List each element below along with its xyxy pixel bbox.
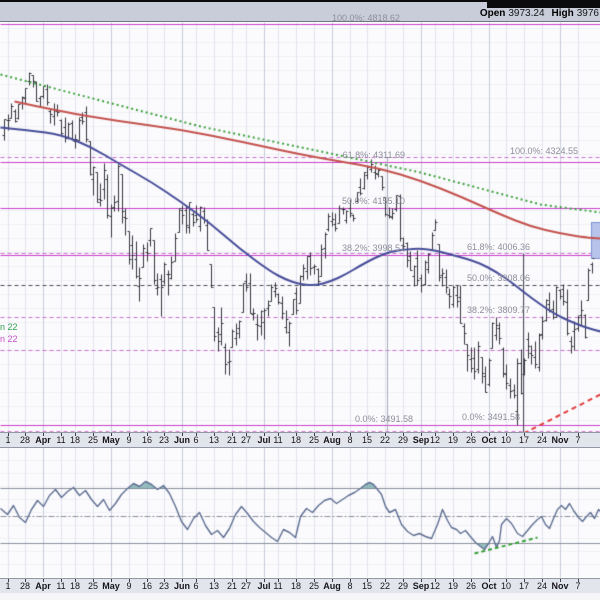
axis-tick-label: 29 [398, 581, 408, 591]
axis-tick-label: 23 [159, 435, 169, 445]
chart-window: Open3973.24High3976 100.0%: 4818.6261.8%… [0, 0, 600, 600]
axis-tick-label: 27 [241, 581, 251, 591]
axis-tick-label: Nov [551, 581, 568, 591]
axis-tick-label: 11 [273, 435, 282, 445]
axis-tick-label: 15 [362, 581, 372, 591]
axis-tick-label: Aug [323, 581, 341, 591]
axis-tick-label: 11 [56, 435, 65, 445]
axis-tick-label: 7 [575, 435, 580, 445]
axis-tick-label: 16 [142, 435, 152, 445]
axis-tick-label: 29 [398, 435, 408, 445]
axis-tick-label: 6 [193, 581, 198, 591]
axis-tick-label: 1 [5, 435, 10, 445]
axis-tick-label: 19 [448, 435, 458, 445]
axis-tick-label: 25 [309, 435, 319, 445]
axis-tick-label: Sep [413, 581, 430, 591]
axis-tick-label: 8 [347, 435, 352, 445]
axis-tick-label: 18 [291, 435, 301, 445]
axis-tick-label: 25 [88, 581, 98, 591]
axis-tick-label: 22 [380, 581, 390, 591]
axis-tick-label: 18 [70, 581, 80, 591]
bottom-filler [0, 593, 600, 600]
axis-tick-label: 28 [20, 581, 30, 591]
axis-tick-label: 26 [466, 581, 476, 591]
axis-tick-label: 13 [209, 435, 219, 445]
axis-tick-label: 18 [291, 581, 301, 591]
quote-summary: Open3973.24 High3976 [480, 8, 600, 19]
date-axis-indicator: 128Apr111825May91623Jun6132127Jul111825A… [0, 578, 600, 594]
axis-tick-label: May [102, 581, 120, 591]
open-value: 3973.24 [508, 8, 544, 19]
axis-tick-label: 18 [70, 435, 80, 445]
axis-tick-label: 7 [575, 581, 580, 591]
axis-tick-label: 13 [209, 581, 219, 591]
axis-tick-label: 25 [88, 435, 98, 445]
axis-tick-label: 22 [380, 435, 390, 445]
high-value: 3976 [577, 8, 599, 19]
axis-tick-label: 16 [142, 581, 152, 591]
axis-tick-label: 28 [20, 435, 30, 445]
date-axis-main: 128Apr111825May91623Jun6132127Jul111825A… [0, 432, 600, 448]
axis-tick-label: 10 [501, 581, 511, 591]
axis-tick-label: Jul [257, 435, 270, 445]
axis-tick-label: 11 [56, 581, 65, 591]
axis-tick-label: 12 [430, 581, 440, 591]
axis-tick-label: 10 [501, 435, 511, 445]
axis-tick-label: 24 [537, 581, 547, 591]
axis-tick-label: Jun [174, 581, 190, 591]
axis-tick-label: 12 [430, 435, 440, 445]
axis-tick-label: 15 [362, 435, 372, 445]
axis-tick-label: Oct [481, 435, 496, 445]
axis-tick-label: 25 [309, 581, 319, 591]
high-label: High [552, 8, 574, 19]
axis-tick-label: 24 [537, 435, 547, 445]
axis-tick-label: 17 [519, 581, 529, 591]
axis-tick-label: 26 [466, 435, 476, 445]
axis-tick-label: 17 [519, 435, 529, 445]
axis-tick-label: Nov [551, 435, 568, 445]
axis-tick-label: 21 [227, 435, 237, 445]
axis-tick-label: 23 [159, 581, 169, 591]
axis-tick-label: 6 [193, 435, 198, 445]
header-bar: Open3973.24 High3976 [0, 0, 600, 22]
axis-tick-label: 19 [448, 581, 458, 591]
axis-tick-label: Aug [323, 435, 341, 445]
axis-tick-label: 21 [227, 581, 237, 591]
axis-tick-label: 27 [241, 435, 251, 445]
axis-tick-label: 1 [5, 581, 10, 591]
axis-tick-label: 9 [126, 581, 131, 591]
axis-tick-label: May [102, 435, 120, 445]
axis-tick-label: 8 [347, 581, 352, 591]
open-label: Open [480, 8, 506, 19]
axis-tick-label: Apr [35, 435, 51, 445]
axis-tick-label: Jun [174, 435, 190, 445]
price-chart-canvas[interactable] [0, 0, 600, 600]
axis-tick-label: 11 [273, 581, 282, 591]
axis-tick-label: Jul [257, 581, 270, 591]
top-right-black-bar [487, 0, 600, 8]
axis-tick-label: 9 [126, 435, 131, 445]
axis-tick-label: Apr [35, 581, 51, 591]
axis-tick-label: Oct [481, 581, 496, 591]
axis-tick-label: Sep [413, 435, 430, 445]
